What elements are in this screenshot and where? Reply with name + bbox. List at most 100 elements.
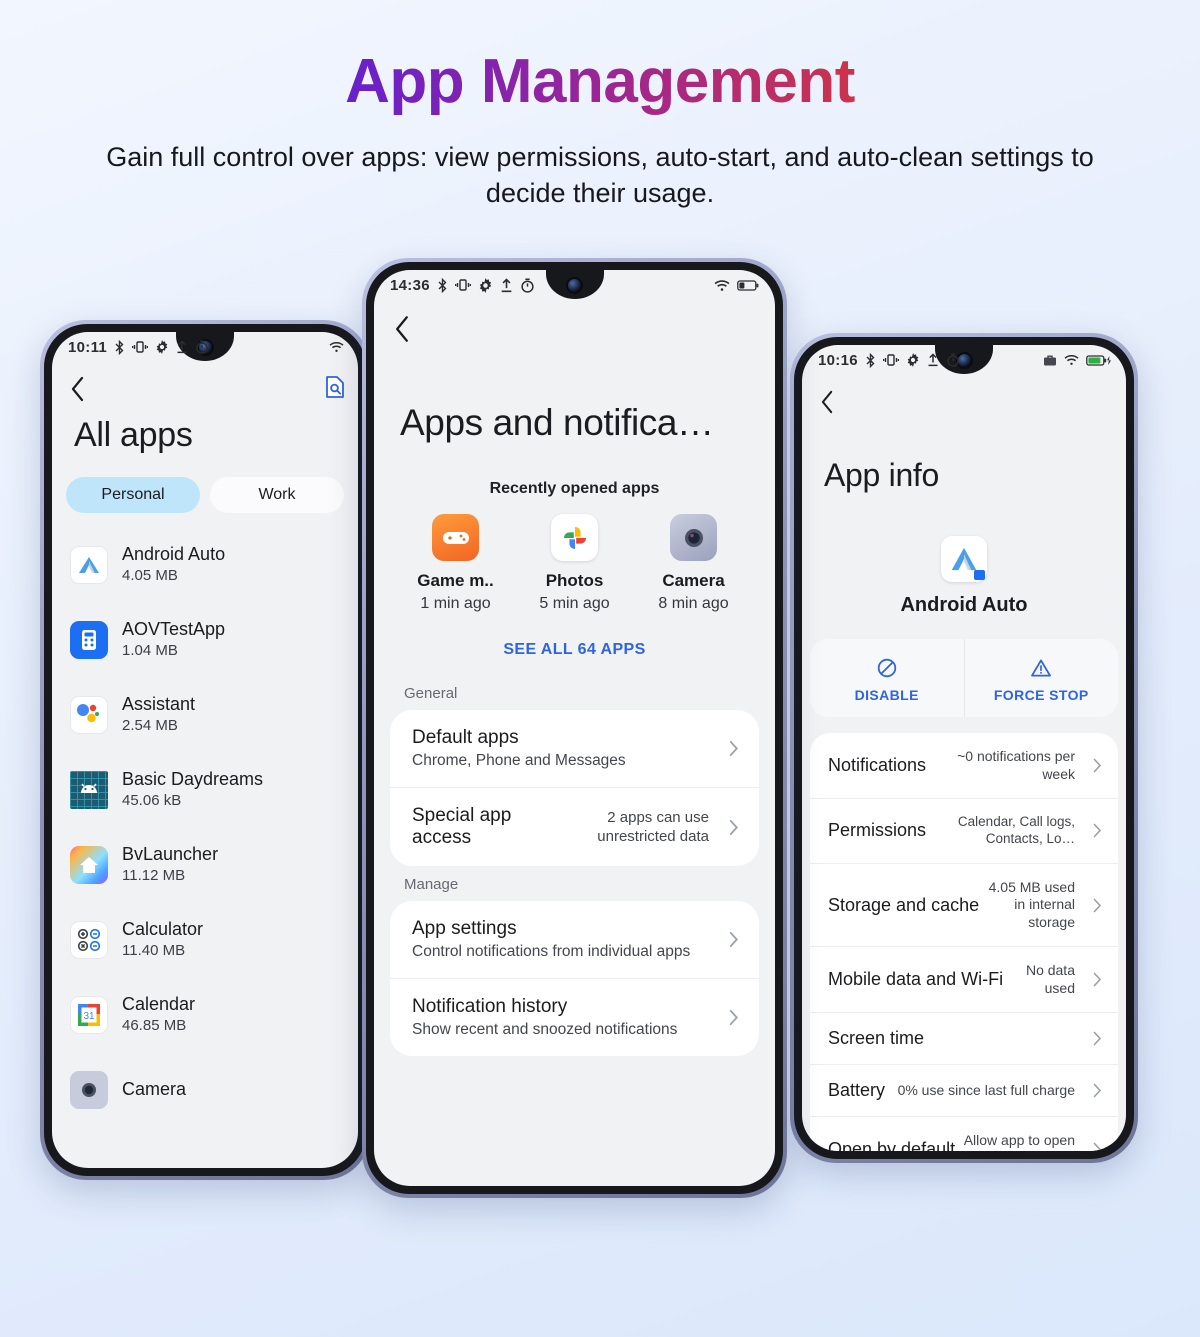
app-name: Calculator xyxy=(122,919,204,940)
row-value: Calendar, Call logs, Contacts, Lo… xyxy=(957,814,1075,846)
tab-work[interactable]: Work xyxy=(210,477,344,513)
app-name: Android Auto xyxy=(900,594,1028,616)
recent-app-name: Game m.. xyxy=(417,571,494,590)
top-bar xyxy=(374,300,775,358)
row-title: Notification history xyxy=(412,996,568,1017)
back-chevron-icon[interactable] xyxy=(394,315,411,343)
list-item[interactable]: Calculator 11.40 MB xyxy=(52,902,358,977)
document-search-icon[interactable] xyxy=(324,375,346,404)
chevron-right-icon xyxy=(1093,898,1102,913)
disable-circle-slash-icon xyxy=(810,657,964,679)
row-title: Permissions xyxy=(828,820,927,841)
android-auto-icon xyxy=(941,536,987,582)
top-bar xyxy=(802,375,1126,429)
row-default-apps[interactable]: Default apps Chrome, Phone and Messages xyxy=(390,710,759,787)
row-screen-time[interactable]: Screen time xyxy=(810,1012,1118,1064)
back-chevron-icon[interactable] xyxy=(70,376,86,402)
action-label: DISABLE xyxy=(854,687,919,703)
app-size: 4.05 MB xyxy=(122,566,178,584)
list-item[interactable]: Camera xyxy=(52,1052,358,1127)
row-notification-history[interactable]: Notification history Show recent and sno… xyxy=(390,978,759,1056)
app-size: 11.40 MB xyxy=(122,941,186,959)
recent-app-item[interactable]: Photos 5 min ago xyxy=(520,514,630,613)
row-special-app-access[interactable]: Special app access 2 apps can use unrest… xyxy=(390,787,759,866)
list-item[interactable]: 31 Calendar 46.85 MB xyxy=(52,977,358,1052)
section-label-general: General xyxy=(404,685,458,702)
row-value: No data used xyxy=(1025,962,1075,996)
recent-apps-row: Game m.. 1 min ago Photos 5 min ago Came… xyxy=(374,508,775,613)
upload-icon xyxy=(500,277,513,293)
page-heading: Apps and notifica… xyxy=(400,402,714,443)
chevron-right-icon xyxy=(1093,1083,1102,1098)
row-title: Open by default xyxy=(828,1139,956,1151)
section-label-manage: Manage xyxy=(404,876,459,893)
battery-charging-icon xyxy=(1086,354,1112,367)
app-name: BvLauncher xyxy=(122,844,219,865)
force-stop-button[interactable]: FORCE STOP xyxy=(963,639,1119,717)
list-item[interactable]: Android Auto 4.05 MB xyxy=(52,527,358,602)
phone-bezel: 10:16 App info Android Auto DISABLE FORC… xyxy=(794,337,1134,1159)
disable-button[interactable]: DISABLE xyxy=(810,639,964,717)
aovtestapp-icon xyxy=(70,620,108,659)
row-title: App settings xyxy=(412,918,517,939)
wifi-icon xyxy=(1064,354,1079,366)
chevron-right-icon xyxy=(1093,1142,1102,1151)
app-header: Android Auto xyxy=(802,494,1126,633)
list-item[interactable]: AOVTestApp 1.04 MB xyxy=(52,602,358,677)
phone-screen: 10:16 App info Android Auto DISABLE FORC… xyxy=(802,345,1126,1151)
row-battery[interactable]: Battery 0% use since last full charge xyxy=(810,1064,1118,1116)
vibrate-icon xyxy=(132,340,149,354)
app-name: Calendar xyxy=(122,994,196,1015)
recent-app-item[interactable]: Game m.. 1 min ago xyxy=(401,514,511,613)
chevron-right-icon xyxy=(1093,758,1102,773)
row-notifications[interactable]: Notifications ~0 notifications per week xyxy=(810,733,1118,798)
app-name: Basic Daydreams xyxy=(122,769,264,790)
bluetooth-icon xyxy=(114,339,125,355)
row-title: Battery xyxy=(828,1080,886,1101)
game-mode-icon xyxy=(432,514,479,561)
row-permissions[interactable]: Permissions Calendar, Call logs, Contact… xyxy=(810,798,1118,863)
row-title: Mobile data and Wi-Fi xyxy=(828,969,1004,990)
app-name: Android Auto xyxy=(122,544,226,565)
phone-right-app-info: 10:16 App info Android Auto DISABLE FORC… xyxy=(790,333,1138,1163)
phone-bezel: 14:36 Apps and notifica… Recently opened… xyxy=(366,262,783,1194)
list-item[interactable]: BvLauncher 11.12 MB xyxy=(52,827,358,902)
google-assistant-icon xyxy=(70,695,108,734)
app-name: Assistant xyxy=(122,694,196,715)
row-storage-and-cache[interactable]: Storage and cache 4.05 MB used in intern… xyxy=(810,862,1118,947)
row-open-by-default[interactable]: Open by default Allow app to open suppor… xyxy=(810,1116,1118,1151)
vibrate-icon xyxy=(454,278,471,292)
manage-card: App settings Control notifications from … xyxy=(390,901,759,1056)
recent-app-item[interactable]: Camera 8 min ago xyxy=(639,514,749,613)
app-size: 45.06 kB xyxy=(122,791,182,809)
page-heading: App info xyxy=(824,457,940,493)
row-value: 2 apps can use unrestricted data xyxy=(597,808,709,846)
row-app-settings[interactable]: App settings Control notifications from … xyxy=(390,901,759,978)
battery-low-icon xyxy=(737,279,761,292)
phone-screen: 14:36 Apps and notifica… Recently opened… xyxy=(374,270,775,1186)
row-subtitle: Chrome, Phone and Messages xyxy=(412,752,626,769)
see-all-apps-link[interactable]: SEE ALL 64 APPS xyxy=(374,613,775,675)
phones-stage: 10:11 All apps Personal Work Android Aut… xyxy=(0,0,1200,1337)
back-chevron-icon[interactable] xyxy=(820,390,835,414)
app-size: 1.04 MB xyxy=(122,641,178,659)
list-item[interactable]: Assistant 2.54 MB xyxy=(52,677,358,752)
row-mobile-data-and-wifi[interactable]: Mobile data and Wi-Fi No data used xyxy=(810,946,1118,1012)
gear-icon xyxy=(478,277,493,293)
phone-middle-apps-and-notifications: 14:36 Apps and notifica… Recently opened… xyxy=(362,258,787,1198)
list-item[interactable]: Basic Daydreams 45.06 kB xyxy=(52,752,358,827)
recent-app-time: 5 min ago xyxy=(539,595,610,612)
gear-icon xyxy=(155,340,169,354)
recent-app-name: Photos xyxy=(545,571,604,590)
app-name: AOVTestApp xyxy=(122,619,226,640)
upload-icon xyxy=(927,353,939,367)
app-size: 46.85 MB xyxy=(122,1016,187,1034)
basic-daydreams-icon xyxy=(70,770,108,809)
warning-triangle-icon xyxy=(965,657,1119,679)
chevron-right-icon xyxy=(729,819,739,836)
app-size: 11.12 MB xyxy=(122,866,186,884)
recent-app-time: 1 min ago xyxy=(420,595,491,612)
tab-personal[interactable]: Personal xyxy=(66,477,200,513)
upload-icon xyxy=(176,340,188,354)
app-actions: DISABLE FORCE STOP xyxy=(810,639,1118,717)
